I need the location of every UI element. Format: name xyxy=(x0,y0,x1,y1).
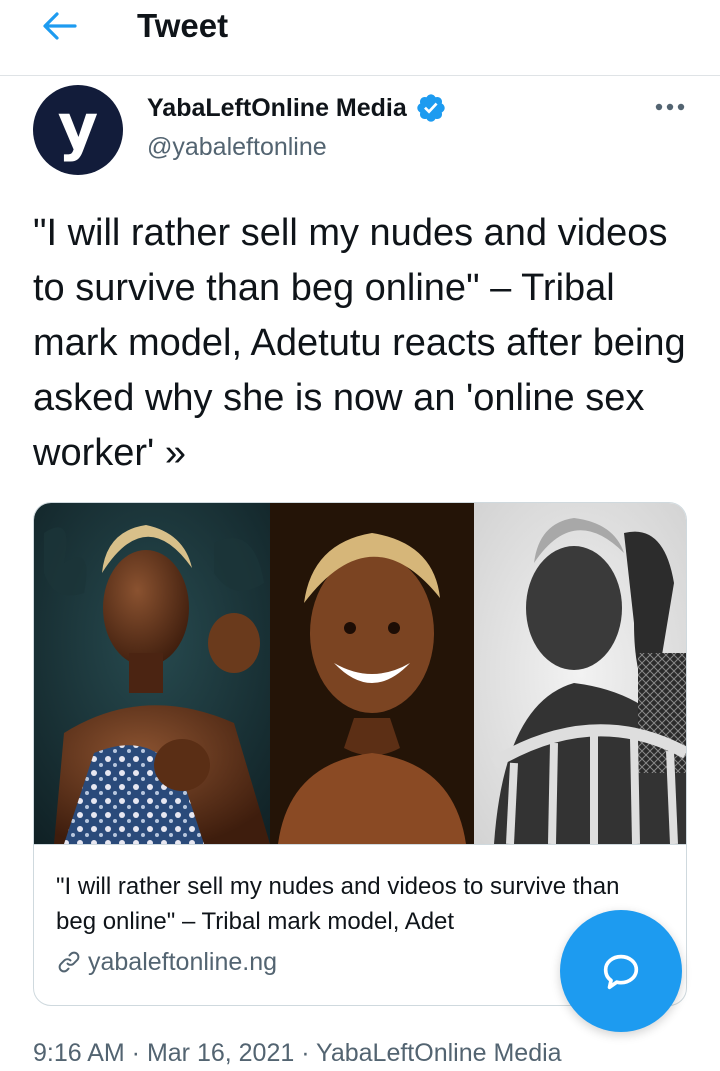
reply-bubble-icon xyxy=(603,954,639,990)
page-title: Tweet xyxy=(137,7,229,44)
reply-fab-button[interactable] xyxy=(560,910,682,1032)
avatar[interactable]: y xyxy=(33,85,123,175)
author-name: YabaLeftOnline Media xyxy=(147,94,407,122)
card-title: "I will rather sell my nudes and videos … xyxy=(56,873,620,935)
top-bar: Tweet xyxy=(0,0,720,76)
link-icon xyxy=(58,951,80,973)
avatar-logo: y xyxy=(57,90,99,163)
verified-badge-icon xyxy=(417,94,445,122)
author-handle[interactable]: @yabaleftonline xyxy=(147,131,327,163)
card-image xyxy=(34,503,686,845)
tweet-timestamp: 9:16 AM · Mar 16, 2021 · YabaLeftOnline … xyxy=(33,1039,562,1067)
card-domain: yabaleftonline.ng xyxy=(88,948,278,976)
author-name-row[interactable]: YabaLeftOnline Media xyxy=(147,92,447,124)
more-options-icon[interactable] xyxy=(648,92,692,122)
card-domain-row: yabaleftonline.ng xyxy=(56,946,277,978)
back-button[interactable] xyxy=(34,6,84,46)
arrow-left-icon xyxy=(43,12,77,40)
tweet-text: "I will rather sell my nudes and videos … xyxy=(33,212,686,474)
